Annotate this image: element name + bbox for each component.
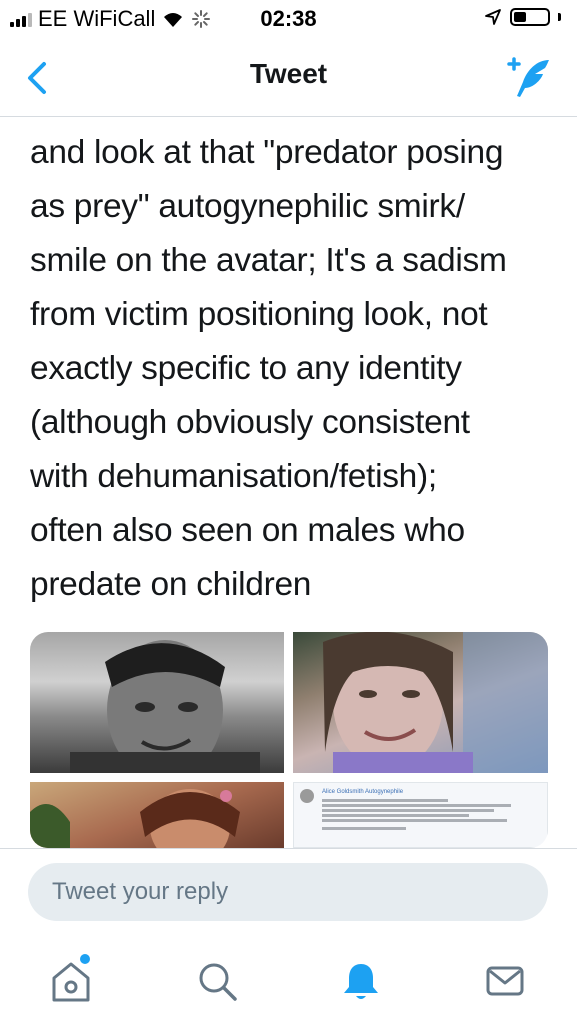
- tab-home[interactable]: [46, 954, 96, 1006]
- compose-feather-icon: [507, 57, 549, 97]
- tweet-photo-2[interactable]: [293, 632, 548, 773]
- photo-1-face: [70, 640, 260, 773]
- mail-icon: [486, 966, 524, 996]
- page-title: Tweet: [249, 58, 328, 89]
- tweet-photo-4-screenshot[interactable]: Alice Goldsmith Autogynephile: [293, 782, 548, 848]
- tab-bar: [0, 938, 577, 1024]
- tab-search[interactable]: [192, 956, 242, 1006]
- photo-2-face: [323, 632, 548, 773]
- photo-3-face: [30, 789, 240, 848]
- status-right: [484, 8, 561, 26]
- notification-dot: [80, 954, 90, 964]
- screenshot-text-lines: [322, 797, 532, 832]
- tab-messages[interactable]: [480, 956, 530, 1006]
- tweet-photo-1[interactable]: [30, 632, 284, 773]
- location-arrow-icon: [485, 9, 501, 25]
- navigation-bar: Tweet: [0, 36, 577, 117]
- screenshot-avatar: [300, 789, 314, 803]
- tweet-media-grid[interactable]: Alice Goldsmith Autogynephile: [30, 632, 548, 848]
- search-icon: [199, 963, 237, 1001]
- home-icon: [52, 962, 90, 1002]
- tweet-body-text: and look at that "predator posing as pre…: [30, 134, 507, 603]
- reply-bar: [0, 848, 577, 939]
- compose-tweet-button[interactable]: [503, 52, 553, 102]
- reply-input[interactable]: [28, 863, 548, 921]
- screenshot-author-name: Alice Goldsmith Autogynephile: [322, 789, 404, 795]
- battery-icon: [510, 8, 550, 26]
- tab-notifications[interactable]: [336, 956, 386, 1006]
- status-bar: EE WiFiCall 02:38: [0, 0, 577, 36]
- tweet-photo-3[interactable]: [30, 782, 284, 848]
- bell-icon: [344, 964, 378, 999]
- battery-cap: [558, 13, 561, 21]
